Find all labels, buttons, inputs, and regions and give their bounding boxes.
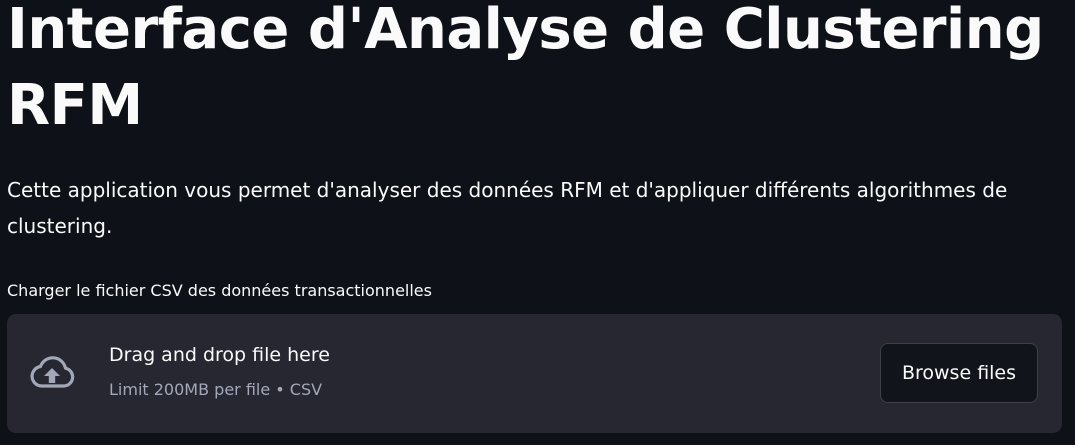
file-limit-text: Limit 200MB per file • CSV (109, 380, 323, 399)
intro-text: Cette application vous permet d'analyser… (7, 178, 1008, 238)
dropzone-instructions: Drag and drop file here Limit 200MB per … (109, 340, 330, 402)
drag-drop-text: Drag and drop file here (109, 344, 330, 366)
file-uploader-label: Charger le fichier CSV des données trans… (7, 281, 432, 300)
app-main: Interface d'Analyse de Clustering RFM Ce… (0, 0, 1075, 445)
page-title: Interface d'Analyse de Clustering RFM (7, 0, 1044, 138)
file-dropzone[interactable]: Drag and drop file here Limit 200MB per … (7, 314, 1062, 433)
cloud-upload-icon (30, 356, 75, 388)
browse-files-button[interactable]: Browse files (880, 343, 1038, 403)
